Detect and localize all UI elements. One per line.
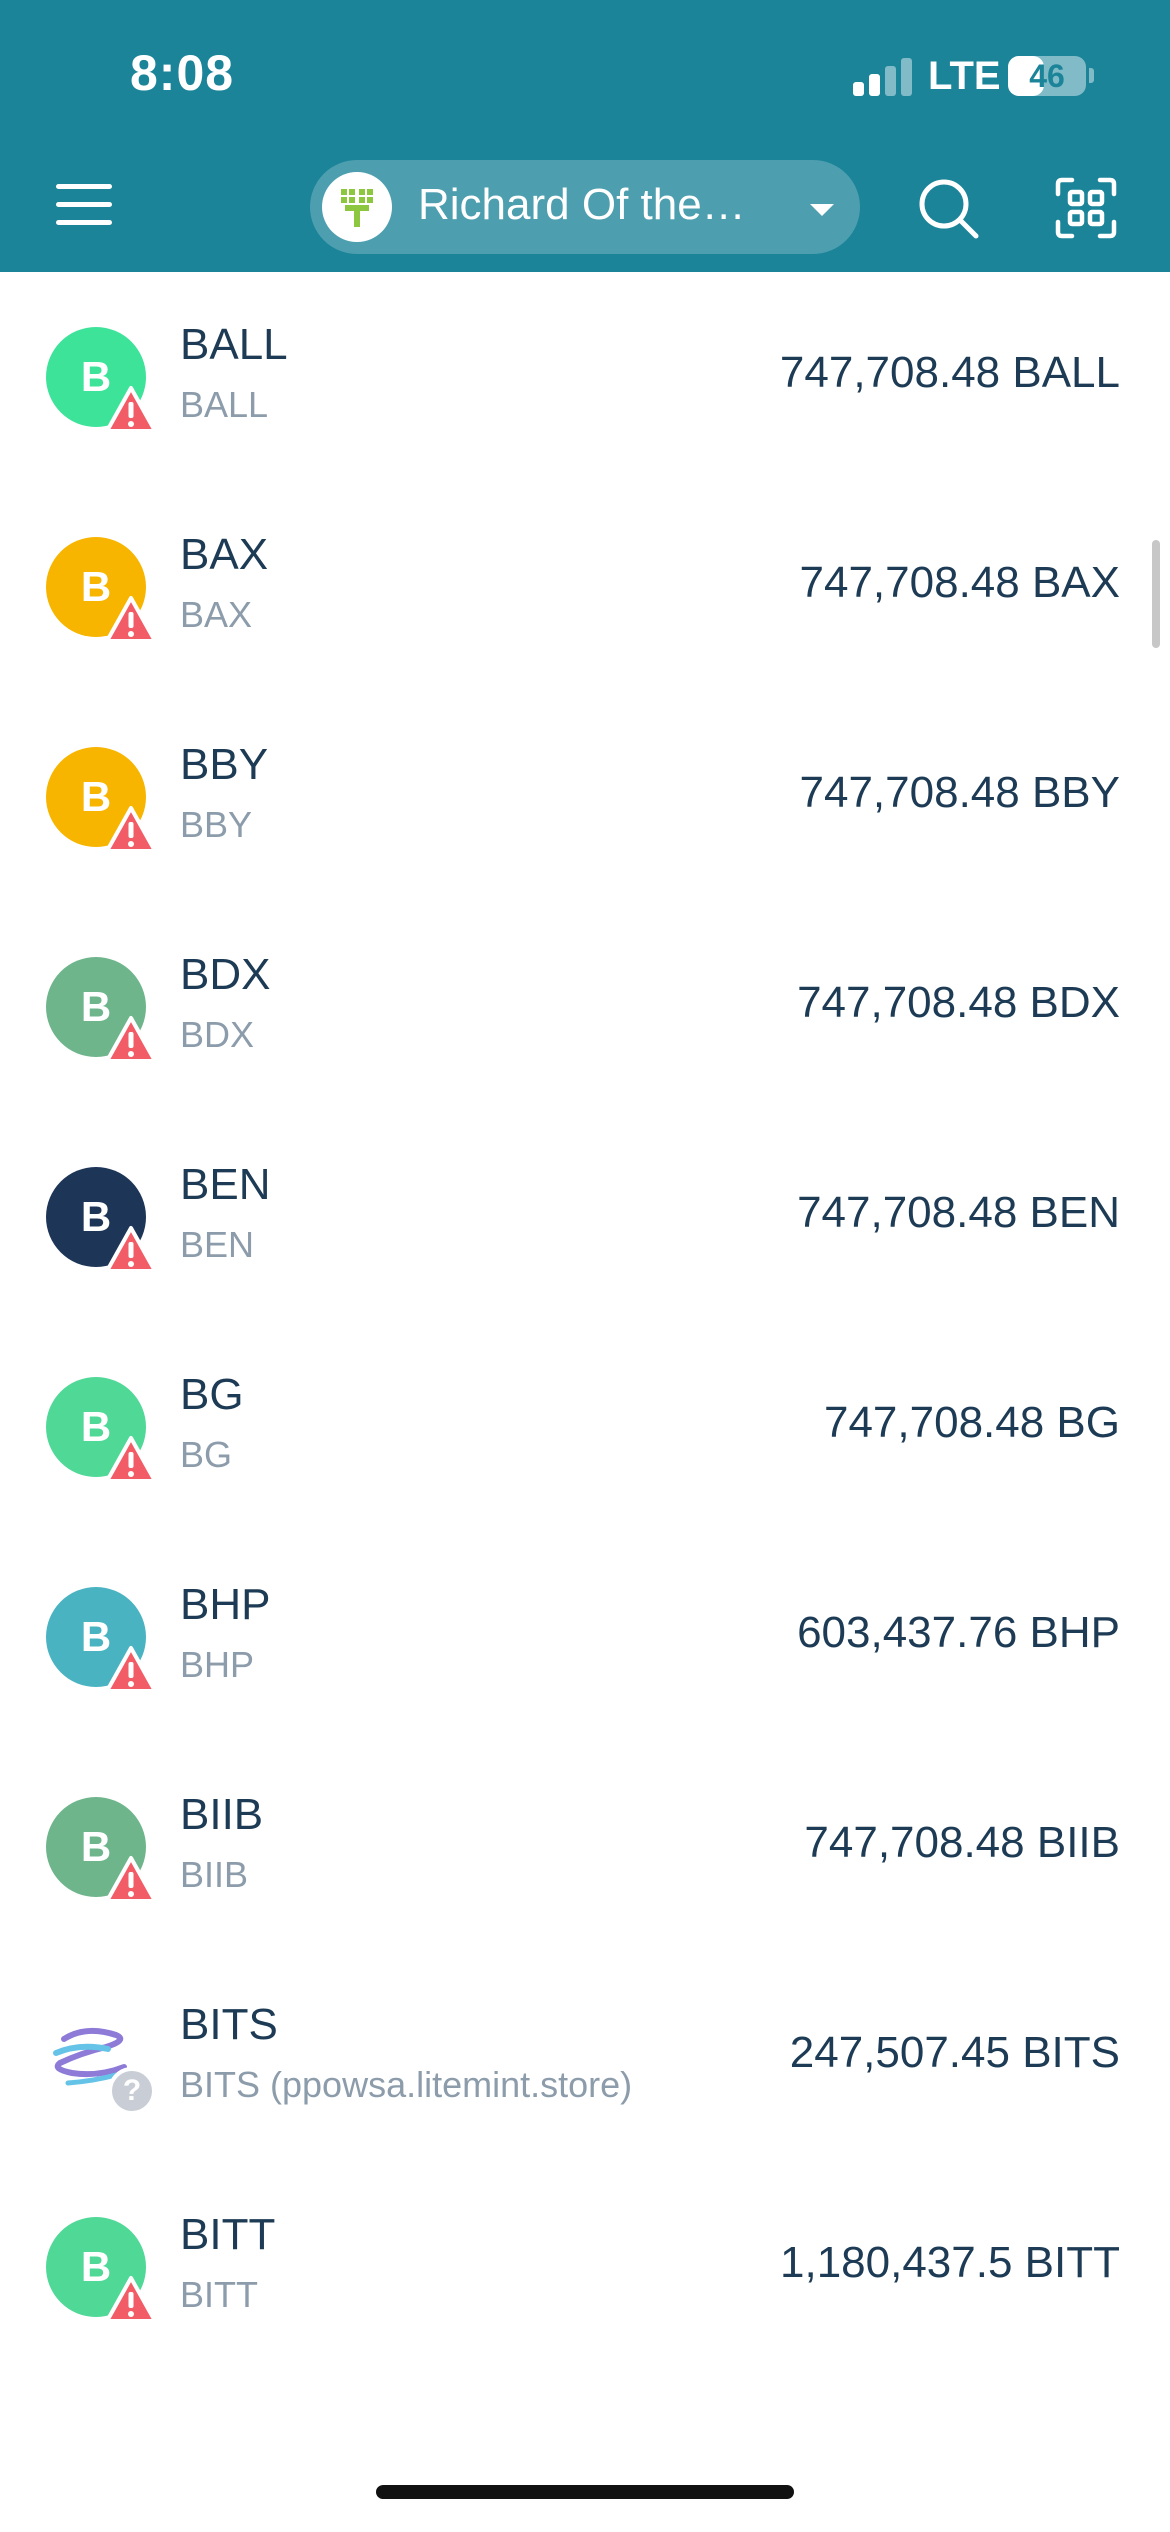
warning-icon (105, 386, 157, 433)
warning-icon (105, 1016, 157, 1063)
asset-issuer: BITS (ppowsa.litemint.store) (180, 2064, 633, 2105)
asset-row[interactable]: B BAX BAX 747,708.48 BAX (0, 482, 1170, 692)
asset-issuer: BAX (180, 594, 253, 635)
account-name: Richard Of the… (418, 180, 746, 229)
asset-row[interactable]: ? BITS BITS (ppowsa.litemint.store) 247,507… (0, 1952, 1170, 2162)
network-type: LTE (928, 54, 1001, 98)
warning-icon (105, 1856, 157, 1903)
asset-row[interactable]: B BDX BDX 747,708.48 BDX (0, 902, 1170, 1112)
warning-icon (105, 2276, 157, 2323)
battery-level: 46 (1029, 58, 1065, 94)
asset-code: BAX (180, 530, 269, 579)
asset-code: BDX (180, 950, 271, 999)
warning-icon (105, 1436, 157, 1483)
asset-code: BBY (180, 740, 269, 789)
asset-row[interactable]: B BG BG 747,708.48 BG (0, 1322, 1170, 1532)
asset-code: BITT (180, 2210, 276, 2259)
asset-balance: 747,708.48 BG (823, 1398, 1120, 1447)
asset-row[interactable]: B BBY BBY 747,708.48 BBY (0, 692, 1170, 902)
asset-issuer: BITT (180, 2274, 258, 2315)
asset-issuer: BHP (180, 1644, 255, 1685)
asset-code: BEN (180, 1160, 271, 1209)
warning-icon (105, 1646, 157, 1693)
hamburger-menu-icon[interactable] (56, 180, 112, 230)
asset-issuer: BALL (180, 384, 269, 425)
asset-code: BHP (180, 1580, 271, 1629)
asset-balance: 747,708.48 BBY (799, 768, 1120, 817)
asset-row[interactable]: B BALL BALL 747,708.48 BALL (0, 272, 1170, 482)
asset-code: BITS (180, 2000, 278, 2049)
account-switcher[interactable]: Richard Of the… (310, 160, 860, 254)
chevron-down-icon (810, 204, 834, 216)
asset-row[interactable]: B BIIB BIIB 747,708.48 BIIB (0, 1742, 1170, 1952)
warning-icon (105, 806, 157, 853)
asset-balance: 747,708.48 BEN (797, 1188, 1120, 1237)
top-bar: 8:08 LTE 46 Richard Of the… (0, 0, 1170, 272)
asset-issuer: BBY (180, 804, 253, 845)
question-mark-icon: ? (108, 2067, 156, 2115)
search-icon[interactable] (916, 176, 980, 240)
account-tree-icon (322, 172, 392, 242)
asset-balance: 747,708.48 BAX (799, 558, 1120, 607)
asset-row[interactable]: B BEN BEN 747,708.48 BEN (0, 1112, 1170, 1322)
asset-balance: 1,180,437.5 BITT (780, 2238, 1120, 2287)
asset-issuer: BDX (180, 1014, 255, 1055)
asset-balance: 747,708.48 BALL (779, 348, 1120, 397)
status-time: 8:08 (130, 45, 235, 101)
asset-code: BALL (180, 320, 288, 369)
asset-code: BIIB (180, 1790, 264, 1839)
asset-list: B BALL BALL 747,708.48 BALL B BAX BAX 747,708… (0, 272, 1170, 2372)
cellular-signal-icon (853, 56, 913, 96)
asset-issuer: BEN (180, 1224, 255, 1265)
asset-code: BG (180, 1370, 244, 1419)
asset-issuer: BG (180, 1434, 233, 1475)
asset-balance: 247,507.45 BITS (789, 2028, 1120, 2077)
asset-row[interactable]: B BITT BITT 1,180,437.5 BITT (0, 2162, 1170, 2372)
battery-icon: 46 (1008, 56, 1086, 96)
asset-issuer: BIIB (180, 1854, 249, 1895)
scrollbar[interactable] (1152, 540, 1160, 648)
asset-balance: 747,708.48 BIIB (804, 1818, 1120, 1867)
home-indicator (376, 2485, 794, 2499)
asset-balance: 747,708.48 BDX (797, 978, 1120, 1027)
asset-balance: 603,437.76 BHP (797, 1608, 1120, 1657)
qr-scan-icon[interactable] (1054, 176, 1118, 240)
warning-icon (105, 596, 157, 643)
battery-cap (1089, 68, 1094, 83)
warning-icon (105, 1226, 157, 1273)
asset-row[interactable]: B BHP BHP 603,437.76 BHP (0, 1532, 1170, 1742)
